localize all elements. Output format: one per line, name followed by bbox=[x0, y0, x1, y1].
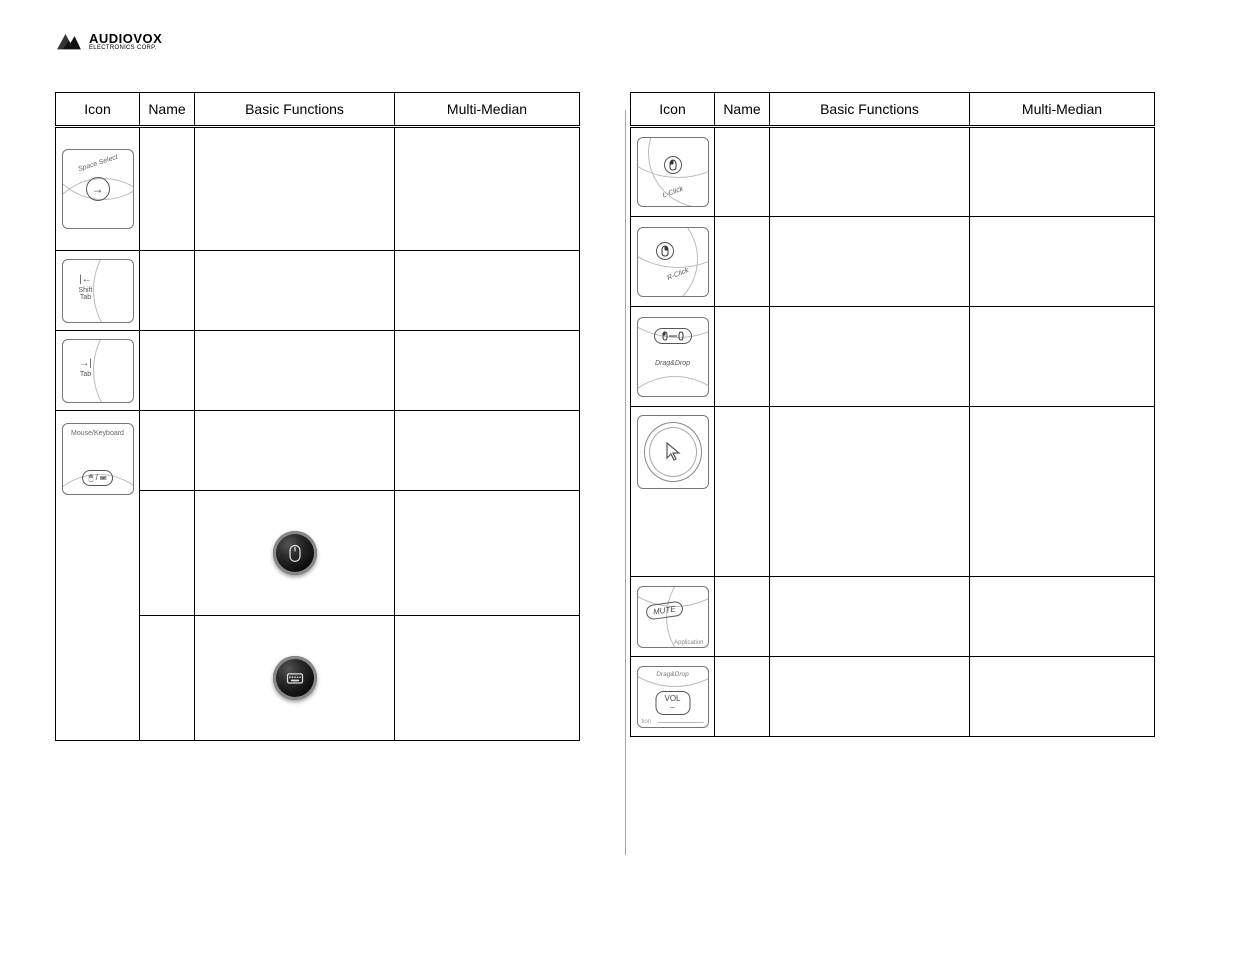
table-row: L-Click bbox=[631, 127, 1155, 217]
col-header-func: Basic Functions bbox=[770, 93, 970, 127]
table-row bbox=[631, 407, 1155, 577]
multi-cell bbox=[395, 127, 580, 251]
table-row: MUTE Application bbox=[631, 577, 1155, 657]
tab-key-icon: →| Tab bbox=[62, 339, 134, 403]
table-row: Space Select → bbox=[56, 127, 580, 251]
keyboard-led-icon bbox=[273, 656, 317, 700]
cursor-key-icon bbox=[637, 415, 709, 489]
drag-drop-key-icon: Drag&Drop bbox=[637, 317, 709, 397]
table-row: Drag&Drop bbox=[631, 307, 1155, 407]
table-row: Drag&Drop VOL – tion bbox=[631, 657, 1155, 737]
shift-tab-key-icon: |← ShiftTab bbox=[62, 259, 134, 323]
name-cell bbox=[140, 127, 195, 251]
col-header-name: Name bbox=[140, 93, 195, 127]
cursor-arrow-icon bbox=[661, 440, 685, 464]
table-row: Mouse/Keyboard 🖱 / ⌨ bbox=[56, 411, 580, 491]
col-header-icon: Icon bbox=[631, 93, 715, 127]
keyboard-icon: ⌨ bbox=[100, 473, 106, 482]
table-row: |← ShiftTab bbox=[56, 251, 580, 331]
col-header-name: Name bbox=[715, 93, 770, 127]
space-select-key-icon: Space Select → bbox=[62, 149, 134, 229]
vol-down-key-icon: Drag&Drop VOL – tion bbox=[637, 666, 709, 728]
brand-mark-icon bbox=[55, 30, 83, 52]
col-header-func: Basic Functions bbox=[195, 93, 395, 127]
right-click-key-icon: R-Click bbox=[637, 227, 709, 297]
func-cell bbox=[195, 127, 395, 251]
brand-name: AUDIOVOX bbox=[89, 32, 162, 45]
brand-logo: AUDIOVOX ELECTRONICS CORP. bbox=[55, 30, 1180, 52]
col-header-icon: Icon bbox=[56, 93, 140, 127]
left-table: Icon Name Basic Functions Multi-Median S… bbox=[55, 92, 580, 741]
table-row: →| Tab bbox=[56, 331, 580, 411]
col-header-multi: Multi-Median bbox=[395, 93, 580, 127]
mute-key-icon: MUTE Application bbox=[637, 586, 709, 648]
mouse-led-icon bbox=[273, 531, 317, 575]
brand-subtitle: ELECTRONICS CORP. bbox=[89, 45, 162, 51]
col-header-multi: Multi-Median bbox=[970, 93, 1155, 127]
table-row: R-Click bbox=[631, 217, 1155, 307]
page-divider bbox=[625, 110, 626, 855]
vol-down-button-label: VOL – bbox=[655, 691, 690, 715]
mouse-keyboard-key-icon: Mouse/Keyboard 🖱 / ⌨ bbox=[62, 423, 134, 495]
mouse-icon: 🖱 bbox=[89, 473, 94, 482]
right-table: Icon Name Basic Functions Multi-Median bbox=[630, 92, 1155, 737]
left-click-key-icon: L-Click bbox=[637, 137, 709, 207]
